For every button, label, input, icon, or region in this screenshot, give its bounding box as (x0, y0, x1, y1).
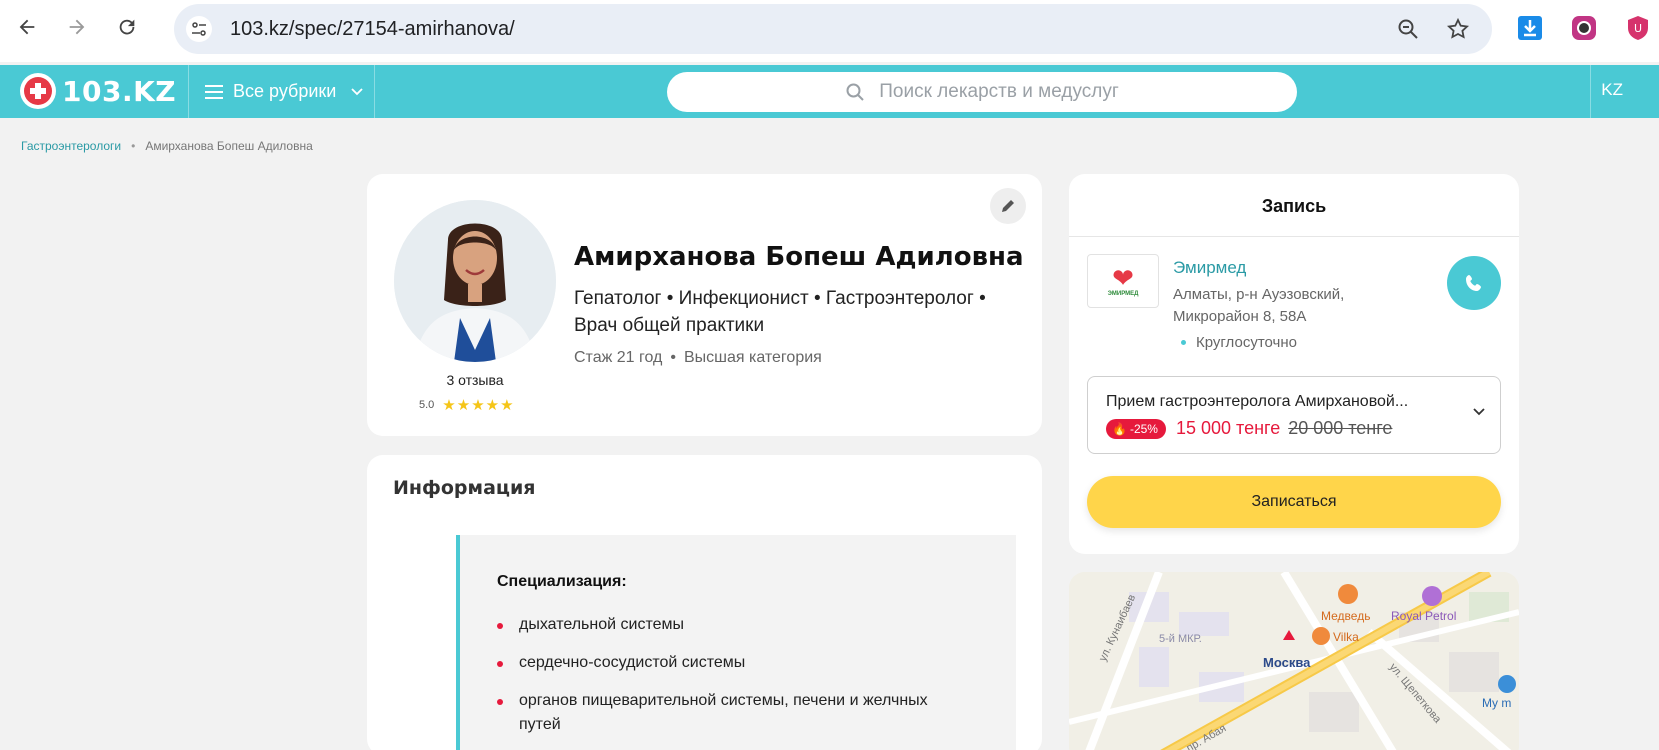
service-name: Прием гастроэнтеролога Амирхановой... (1106, 393, 1409, 410)
pencil-icon (1002, 200, 1014, 212)
arrow-right-icon (69, 19, 85, 35)
breadcrumb: Гастроэнтерологи • Амирханова Бопеш Адилов… (21, 139, 313, 153)
doctor-name: Амирханова Бопеш Адиловна (574, 242, 1024, 272)
extension-color-icon[interactable] (1570, 14, 1598, 42)
discount-badge: 🔥 -25% (1106, 418, 1166, 439)
search-placeholder: Поиск лекарств и медуслуг (879, 81, 1119, 102)
breadcrumb-current: Амирханова Бопеш Адиловна (145, 139, 313, 153)
address-bar[interactable]: 103.kz/spec/27154-amirhanova/ (174, 4, 1492, 54)
clinic-logo-text: ЭМИРМЕД (1107, 291, 1139, 297)
zoom-out-icon[interactable] (1396, 17, 1420, 41)
specialization-list: дыхательной системы сердечно-сосудистой … (497, 613, 967, 750)
list-item: сердечно-сосудистой системы (497, 651, 967, 675)
clinic-name-link[interactable]: Эмирмед (1173, 258, 1246, 278)
forward-button[interactable] (62, 12, 92, 42)
clinic-address: Алматы, р-н Ауэзовский, Микрорайон 8, 58… (1173, 286, 1345, 325)
map-label-moskva: Москва (1263, 655, 1311, 670)
map-label-vilka: Vilka (1333, 630, 1359, 644)
booking-title: Запись (1261, 196, 1327, 216)
booking-card: Запись ❤ ЭМИРМЕД Эмирмед Алматы, р-н Ауэ… (1069, 174, 1519, 554)
back-button[interactable] (12, 12, 42, 42)
fire-icon: 🔥 (1112, 421, 1127, 436)
logo-text: 103.KZ (62, 74, 177, 108)
discount-value: -25% (1129, 421, 1158, 436)
phone-icon (1466, 275, 1481, 291)
url-text[interactable]: 103.kz/spec/27154-amirhanova/ (230, 18, 515, 41)
chevron-down-icon (351, 87, 363, 95)
map-canvas: ул. Кунаибаев 5-й МКР. Медведь Royal Pet… (1069, 572, 1519, 750)
extension-shield-icon[interactable]: U (1624, 14, 1652, 42)
reviews-count[interactable]: 3 отзыва (394, 372, 556, 388)
site-settings-icon[interactable] (186, 16, 212, 42)
doctor-profile-card: 3 отзыва 5.0 ★★★★★ Амирханова Бопеш Адил… (367, 174, 1042, 436)
heart-logo-icon: ❤ (1112, 263, 1134, 293)
cross-logo-icon (20, 73, 56, 109)
clinic-logo[interactable]: ❤ ЭМИРМЕД (1087, 254, 1159, 308)
arrow-left-icon (19, 19, 35, 35)
search-icon (846, 83, 864, 101)
search-input[interactable]: Поиск лекарств и медуслуг (667, 72, 1297, 112)
reload-icon (119, 19, 135, 35)
doctor-photo (394, 200, 556, 362)
price-old: 20 000 тенге (1288, 418, 1393, 438)
specialization-box: Специализация: дыхательной системы серде… (456, 535, 1016, 750)
doctor-meta: Стаж 21 год • Высшая категория (574, 349, 822, 366)
info-title: Информация (393, 477, 536, 499)
rating-stars-icon: ★★★★★ (442, 397, 515, 414)
download-icon[interactable] (1516, 14, 1544, 42)
map-label-district: 5-й МКР. (1159, 633, 1202, 645)
site-logo[interactable]: 103.KZ (20, 73, 176, 109)
language-switch[interactable]: KZ (1601, 80, 1623, 100)
rubrics-menu-button[interactable]: Все рубрики (205, 65, 364, 118)
site-header: 103.KZ Все рубрики Поиск лекарств и меду… (0, 65, 1659, 118)
map[interactable]: ул. Кунаибаев 5-й МКР. Медведь Royal Pet… (1069, 572, 1519, 750)
map-label-medved: Медведь (1321, 609, 1370, 623)
list-item: органов пищеварительной системы, печени … (497, 689, 967, 737)
doctor-specialties: Гепатолог • Инфекционист • Гастроэнтерол… (574, 288, 986, 336)
clinic-hours: Круглосуточно (1181, 334, 1297, 351)
rubrics-label: Все рубрики (233, 81, 337, 101)
price-row: 🔥 -25% 15 000 тенге 20 000 тенге (1106, 418, 1392, 439)
call-button[interactable] (1447, 256, 1501, 310)
doctor-experience: Стаж 21 год (574, 349, 663, 366)
list-item: дыхательной системы (497, 613, 967, 637)
browser-toolbar: 103.kz/spec/27154-amirhanova/ U (0, 0, 1659, 62)
service-select[interactable]: Прием гастроэнтеролога Амирхановой... 🔥 -… (1087, 376, 1501, 454)
rating: 5.0 ★★★★★ (419, 396, 515, 414)
book-appointment-button[interactable]: Записаться (1087, 476, 1501, 528)
menu-icon (205, 84, 223, 99)
clinic-hours-text: Круглосуточно (1196, 334, 1297, 351)
status-dot-icon (1181, 340, 1186, 345)
chevron-down-icon (1473, 408, 1485, 416)
specialization-title: Специализация: (497, 573, 627, 590)
bookmark-star-icon[interactable] (1446, 17, 1470, 41)
map-label-my: My m (1482, 696, 1511, 710)
breadcrumb-link-gastro[interactable]: Гастроэнтерологи (21, 139, 121, 153)
doctor-category: Высшая категория (683, 349, 822, 366)
reload-button[interactable] (112, 12, 142, 42)
rating-value: 5.0 (419, 399, 435, 411)
edit-button[interactable] (990, 188, 1026, 224)
svg-text:U: U (1634, 22, 1642, 35)
info-card: Информация Специализация: дыхательной си… (367, 455, 1042, 750)
price-new: 15 000 тенге (1175, 418, 1281, 438)
map-label-royal: Royal Petrol (1391, 609, 1456, 623)
